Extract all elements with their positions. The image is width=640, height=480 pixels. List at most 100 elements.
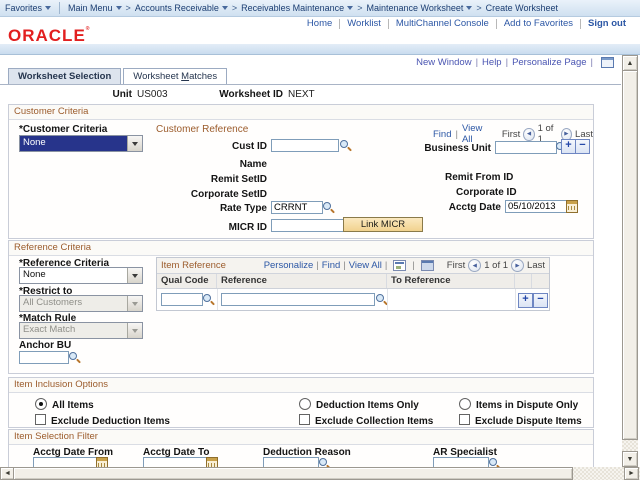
new-window-link[interactable]: New Window xyxy=(416,57,471,68)
radio-all-items[interactable]: All Items xyxy=(35,398,94,411)
last-label[interactable]: Last xyxy=(575,129,593,140)
vertical-scrollbar[interactable]: ▲ ▼ xyxy=(622,55,638,467)
zoom-grid-icon[interactable] xyxy=(421,260,434,271)
item-reference-title: Item Reference xyxy=(161,260,226,271)
first-label[interactable]: First xyxy=(502,129,520,140)
reference-criteria-title: Reference Criteria xyxy=(9,241,593,256)
name-label: Name xyxy=(167,159,267,170)
scroll-down-button[interactable]: ▼ xyxy=(622,451,638,467)
home-link[interactable]: Home xyxy=(307,18,332,29)
checkbox-exclude-deduction-items[interactable]: Exclude Deduction Items xyxy=(35,414,170,427)
acctg-date-label: Acctg Date xyxy=(401,202,501,213)
radio-items-in-dispute-only[interactable]: Items in Dispute Only xyxy=(459,398,578,411)
anchor-bu-lookup-icon[interactable] xyxy=(68,351,81,364)
peoplesoft-create-worksheet-page: Favorites Main Menu > Accounts Receivabl… xyxy=(0,0,640,480)
breadcrumb-main-menu[interactable]: Main Menu xyxy=(68,3,122,13)
previous-row-icon[interactable]: ◀ xyxy=(468,259,481,272)
remove-row-button[interactable]: − xyxy=(575,139,590,154)
oracle-logo: ORACLE® xyxy=(8,26,90,46)
view-all-link[interactable]: View All xyxy=(462,123,490,145)
acctg-date-calendar-icon[interactable] xyxy=(566,200,578,213)
vertical-scroll-thumb[interactable] xyxy=(622,70,638,440)
radio-deduction-items-only[interactable]: Deduction Items Only xyxy=(299,398,419,411)
customer-criteria-label: *Customer Criteria xyxy=(19,124,107,135)
anchor-bu-input[interactable] xyxy=(19,351,69,364)
help-link[interactable]: Help xyxy=(482,57,502,68)
breadcrumb: Favorites Main Menu > Accounts Receivabl… xyxy=(0,0,640,17)
sign-out-link[interactable]: Sign out xyxy=(588,18,626,29)
previous-row-icon[interactable]: ◀ xyxy=(523,128,534,141)
breadcrumb-receivables-maintenance[interactable]: Receivables Maintenance xyxy=(241,3,353,13)
checkbox-exclude-dispute-items[interactable]: Exclude Dispute Items xyxy=(459,414,582,427)
customer-criteria-select[interactable]: None xyxy=(19,135,143,152)
checkbox-icon xyxy=(299,414,310,425)
grid-remove-row-button[interactable]: − xyxy=(533,293,548,308)
chevron-down-icon xyxy=(222,6,228,10)
to-reference-column: To Reference xyxy=(387,274,515,288)
breadcrumb-separator: > xyxy=(357,3,362,13)
corporate-setid-label: Corporate SetID xyxy=(167,189,267,200)
header-band xyxy=(0,44,640,55)
dropdown-arrow-icon xyxy=(127,296,142,311)
last-label[interactable]: Last xyxy=(527,260,545,271)
horizontal-scrollbar[interactable]: ◄ ► xyxy=(0,467,640,480)
horizontal-scroll-thumb[interactable] xyxy=(13,467,573,480)
qual-code-input[interactable] xyxy=(161,293,203,306)
find-link[interactable]: Find xyxy=(433,129,451,140)
acctg-date-input[interactable] xyxy=(505,200,567,213)
copy-url-icon[interactable] xyxy=(601,57,614,68)
qual-code-lookup-icon[interactable] xyxy=(202,293,215,306)
divider xyxy=(580,19,581,29)
breadcrumb-maintenance-worksheet[interactable]: Maintenance Worksheet xyxy=(366,3,472,13)
dropdown-arrow-icon xyxy=(127,323,142,338)
first-label[interactable]: First xyxy=(447,260,465,271)
rate-type-lookup-icon[interactable] xyxy=(322,201,335,214)
header-links: Home Worklist MultiChannel Console Add t… xyxy=(307,17,626,30)
unit-label: Unit xyxy=(72,89,132,100)
row-count: 1 of 1 xyxy=(484,260,508,271)
multichannel-console-link[interactable]: MultiChannel Console xyxy=(396,18,489,29)
tab-worksheet-matches[interactable]: Worksheet Matches xyxy=(123,68,227,84)
breadcrumb-separator: > xyxy=(476,3,481,13)
add-to-favorites-link[interactable]: Add to Favorites xyxy=(504,18,573,29)
page-tabs: Worksheet Selection Worksheet Matches xyxy=(8,68,229,84)
tab-worksheet-selection[interactable]: Worksheet Selection xyxy=(8,68,121,84)
radio-icon xyxy=(35,398,47,410)
next-row-icon[interactable]: ▶ xyxy=(511,259,524,272)
match-rule-select[interactable]: Exact Match xyxy=(19,322,143,339)
micr-id-input[interactable] xyxy=(271,219,345,232)
reference-input[interactable] xyxy=(221,293,375,306)
favorites-menu[interactable]: Favorites xyxy=(5,3,51,13)
view-all-link[interactable]: View All xyxy=(349,260,382,271)
item-inclusion-groupbox: Item Inclusion Options All Items Deducti… xyxy=(8,377,594,428)
chevron-down-icon xyxy=(466,6,472,10)
scroll-right-button[interactable]: ► xyxy=(624,467,639,480)
item-reference-toolbar: Personalize | Find | View All | | First … xyxy=(264,259,545,272)
cust-id-lookup-icon[interactable] xyxy=(339,139,352,152)
restrict-to-select[interactable]: All Customers xyxy=(19,295,143,312)
cust-id-input[interactable] xyxy=(271,139,339,152)
breadcrumb-accounts-receivable[interactable]: Accounts Receivable xyxy=(135,3,228,13)
business-unit-input[interactable] xyxy=(495,141,557,154)
rate-type-input[interactable] xyxy=(271,201,323,214)
customer-criteria-title: Customer Criteria xyxy=(9,105,593,120)
customer-criteria-groupbox: Customer Criteria *Customer Criteria Non… xyxy=(8,104,594,239)
remit-setid-label: Remit SetID xyxy=(167,174,267,185)
reference-criteria-select[interactable]: None xyxy=(19,267,143,284)
radio-icon xyxy=(299,398,311,410)
personalize-page-link[interactable]: Personalize Page xyxy=(512,57,586,68)
find-link[interactable]: Find xyxy=(322,260,340,271)
worklist-link[interactable]: Worklist xyxy=(347,18,381,29)
qual-code-column: Qual Code xyxy=(157,274,217,288)
reference-criteria-groupbox: Reference Criteria *Reference Criteria N… xyxy=(8,240,594,374)
grid-add-row-button[interactable]: + xyxy=(518,293,533,308)
checkbox-icon xyxy=(35,414,46,425)
personalize-link[interactable]: Personalize xyxy=(264,260,314,271)
chevron-down-icon xyxy=(45,6,51,10)
checkbox-exclude-collection-items[interactable]: Exclude Collection Items xyxy=(299,414,433,427)
worksheet-id-label: Worksheet ID xyxy=(203,89,283,100)
scroll-up-button[interactable]: ▲ xyxy=(622,55,638,71)
download-to-excel-icon[interactable] xyxy=(393,260,406,271)
add-row-button[interactable]: + xyxy=(561,139,576,154)
link-micr-button[interactable]: Link MICR xyxy=(343,217,423,232)
